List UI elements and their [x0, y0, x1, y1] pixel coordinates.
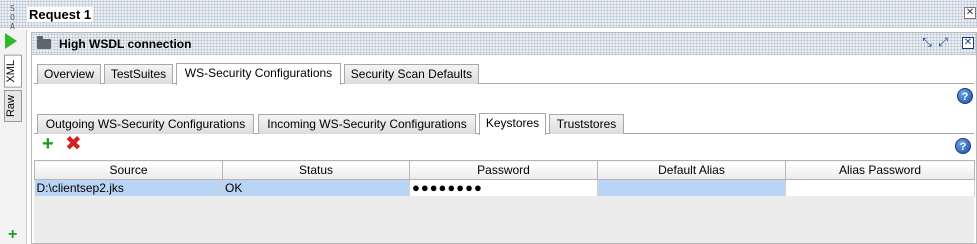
- tab-overview[interactable]: Overview: [37, 64, 101, 84]
- keystores-table: Source Status Password Default Alias Ali…: [34, 160, 975, 197]
- minimize-icon[interactable]: ⤡: [920, 36, 934, 50]
- tab-security-scan-defaults[interactable]: Security Scan Defaults: [344, 64, 479, 84]
- sub-tab-bar: Outgoing WS-Security Configurations Inco…: [34, 113, 974, 135]
- column-header-source[interactable]: Source: [34, 160, 223, 180]
- column-header-alias-password[interactable]: Alias Password: [785, 160, 975, 180]
- run-icon[interactable]: [5, 33, 17, 49]
- close-request-icon[interactable]: ✕: [964, 7, 976, 19]
- cell-alias-password[interactable]: [785, 179, 975, 197]
- title-bar-grip: [90, 12, 963, 16]
- column-header-password[interactable]: Password: [409, 160, 598, 180]
- tab-testsuites[interactable]: TestSuites: [104, 64, 173, 84]
- table-row[interactable]: D:\clientsep2.jks OK ●●●●●●●●: [34, 179, 975, 197]
- column-header-status[interactable]: Status: [222, 160, 410, 180]
- add-keystore-icon[interactable]: +: [42, 134, 54, 154]
- help-icon[interactable]: ?: [957, 88, 973, 104]
- top-tab-bar: Overview TestSuites WS-Security Configur…: [34, 63, 974, 85]
- request-title: Request 1: [27, 7, 94, 22]
- panel-title-bar: High WSDL connection ⤡ ⤢ ✕: [32, 33, 976, 55]
- tab-incoming-ws-security[interactable]: Incoming WS-Security Configurations: [258, 114, 476, 134]
- cell-status[interactable]: OK: [222, 179, 410, 197]
- maximize-icon[interactable]: ⤢: [936, 36, 950, 50]
- panel-title-grip: [190, 41, 912, 47]
- cell-default-alias[interactable]: [597, 179, 786, 197]
- tab-raw[interactable]: Raw: [4, 89, 22, 122]
- close-panel-icon[interactable]: ✕: [962, 37, 974, 49]
- tab-truststores[interactable]: Truststores: [549, 114, 624, 134]
- cell-source[interactable]: D:\clientsep2.jks: [34, 179, 223, 197]
- folder-icon: [37, 36, 51, 49]
- add-icon[interactable]: +: [8, 227, 17, 243]
- table-header-row: Source Status Password Default Alias Ali…: [34, 160, 975, 180]
- column-header-default-alias[interactable]: Default Alias: [597, 160, 786, 180]
- table-empty-area: [34, 196, 974, 243]
- tab-xml[interactable]: XML: [4, 55, 22, 88]
- request-title-bar: S OA P Request 1 ✕: [0, 0, 977, 40]
- remove-keystore-icon[interactable]: ✖: [65, 134, 82, 154]
- soap-icon: S OA P: [10, 4, 16, 40]
- panel-title: High WSDL connection: [59, 37, 192, 51]
- keystores-help-icon[interactable]: ?: [955, 138, 971, 154]
- password-mask: ●●●●●●●●: [412, 180, 483, 196]
- tab-outgoing-ws-security[interactable]: Outgoing WS-Security Configurations: [37, 114, 254, 134]
- editor-view-tabs: XML Raw: [4, 55, 22, 124]
- tab-ws-security-configurations[interactable]: WS-Security Configurations: [176, 63, 341, 85]
- cell-password[interactable]: ●●●●●●●●: [409, 179, 598, 197]
- wsdl-connection-panel: High WSDL connection ⤡ ⤢ ✕ Overview Test…: [31, 32, 977, 244]
- request-editor-strip: XML Raw +: [0, 29, 27, 244]
- tab-keystores[interactable]: Keystores: [479, 113, 546, 135]
